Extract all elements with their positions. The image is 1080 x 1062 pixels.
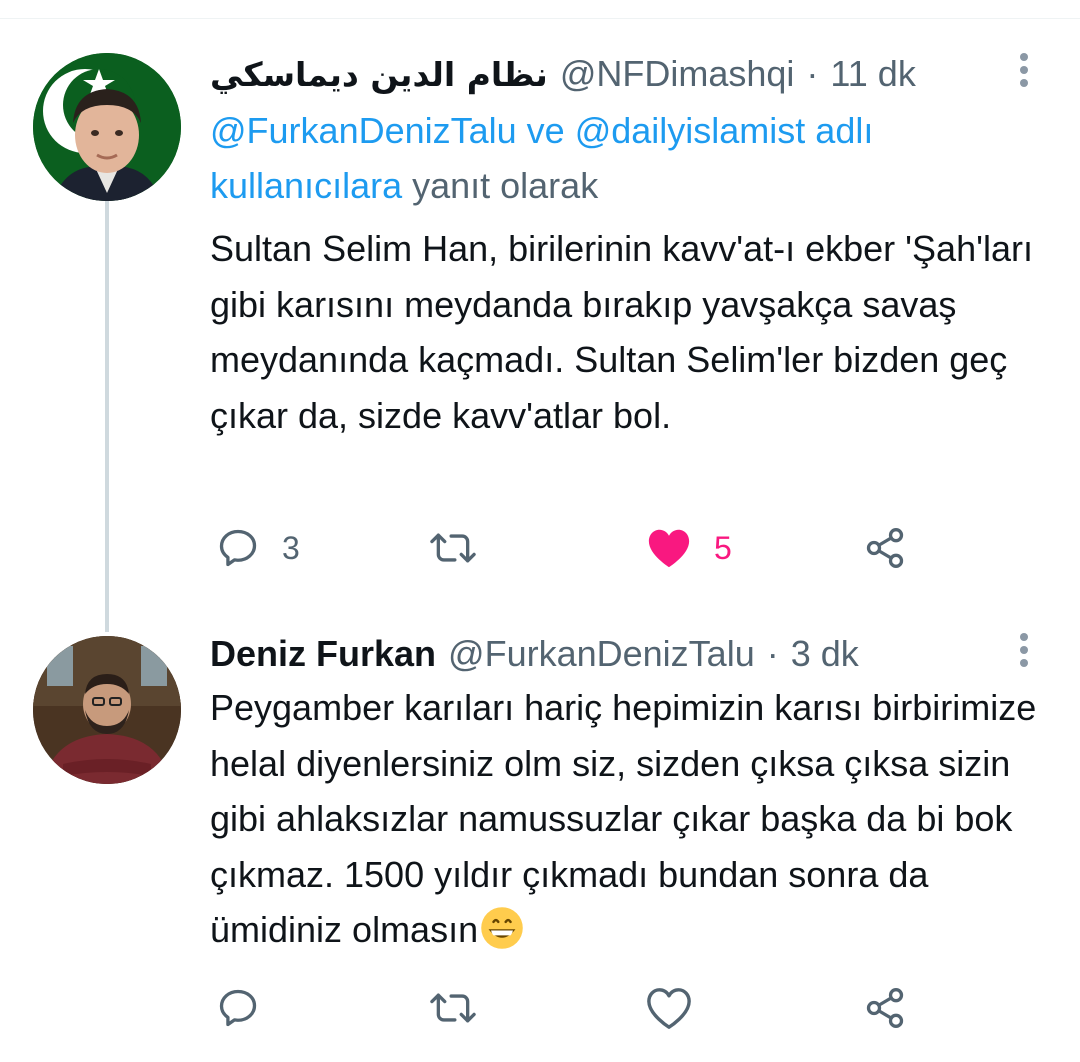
tweet-header: نظام الدين ديماسكي @NFDimashqi · 11 dk <box>210 50 916 98</box>
reply-connector: ve <box>516 110 575 151</box>
heart-icon <box>648 529 690 568</box>
tweet-text-body: Peygamber karıları hariç hepimizin karıs… <box>210 687 1037 950</box>
reply-button[interactable]: 3 <box>216 526 300 570</box>
share-button[interactable] <box>862 526 908 570</box>
more-vertical-icon[interactable] <box>1012 633 1036 673</box>
speech-bubble-icon <box>219 529 257 567</box>
reply-count: 3 <box>282 529 300 566</box>
separator-dot: · <box>806 53 819 94</box>
retweet-arrows-icon <box>430 993 476 1023</box>
top-divider <box>0 18 1080 19</box>
retweet-button[interactable] <box>429 526 499 570</box>
tweet-text: Sultan Selim Han, birilerinin kavv'at-ı … <box>210 228 1033 436</box>
more-vertical-icon[interactable] <box>1012 53 1036 93</box>
like-button[interactable]: 5 <box>646 526 732 570</box>
separator-dot: · <box>766 633 779 674</box>
avatar[interactable] <box>33 53 181 201</box>
reply-context: @FurkanDenizTalu ve @dailyislamist adlı … <box>210 103 1030 213</box>
avatar-image <box>33 636 181 784</box>
tweet-header: Deniz Furkan @FurkanDenizTalu · 3 dk <box>210 630 859 678</box>
retweet-arrows-icon <box>430 533 476 563</box>
heart-icon <box>647 988 691 1029</box>
tweet-timestamp[interactable]: 3 dk <box>791 633 859 675</box>
reply-button[interactable] <box>216 986 282 1030</box>
thread-connector-line <box>105 200 109 632</box>
like-button[interactable] <box>646 986 714 1030</box>
mention-link[interactable]: @FurkanDenizTalu <box>210 110 517 151</box>
retweet-button[interactable] <box>429 986 499 1030</box>
reply-suffix: yanıt olarak <box>402 165 599 206</box>
avatar[interactable] <box>33 636 181 784</box>
avatar-image <box>33 53 181 201</box>
speech-bubble-icon <box>219 989 257 1027</box>
share-nodes-icon <box>866 528 904 568</box>
author-handle[interactable]: @FurkanDenizTalu <box>448 633 755 675</box>
share-button[interactable] <box>862 986 908 1030</box>
like-count: 5 <box>714 529 732 566</box>
tweet-text: Peygamber karıları hariç hepimizin karıs… <box>210 680 1040 958</box>
author-name[interactable]: نظام الدين ديماسكي <box>210 55 548 94</box>
tweet-timestamp[interactable]: 11 dk <box>830 53 915 95</box>
grinning-face-emoji <box>481 907 523 949</box>
share-nodes-icon <box>866 988 904 1028</box>
author-name[interactable]: Deniz Furkan <box>210 633 436 675</box>
author-handle[interactable]: @NFDimashqi <box>560 53 795 95</box>
